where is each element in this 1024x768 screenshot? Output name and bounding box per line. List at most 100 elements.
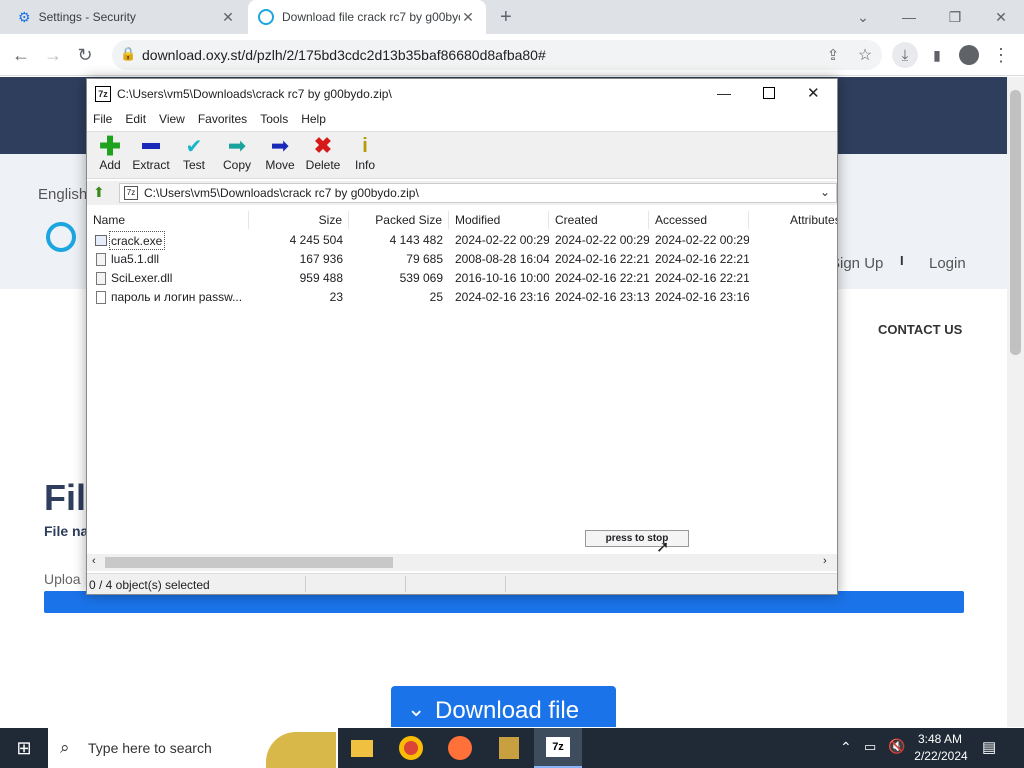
address-bar[interactable]: 🔒 download.oxy.st/d/pzlh/2/175bd3cdc2d13… bbox=[112, 40, 882, 70]
menu-edit[interactable]: Edit bbox=[125, 112, 146, 126]
extract-button[interactable]: Extract bbox=[128, 134, 174, 178]
menu-help[interactable]: Help bbox=[301, 112, 326, 126]
file-accessed: 2024-02-16 22:21 bbox=[655, 252, 749, 266]
reload-icon[interactable]: ↻ bbox=[72, 42, 98, 68]
close-window-icon[interactable]: ✕ bbox=[978, 0, 1024, 34]
column-header-attributes[interactable]: Attributes bbox=[784, 211, 837, 229]
column-header-accessed[interactable]: Accessed bbox=[649, 211, 749, 229]
file-created: 2024-02-16 22:21 bbox=[555, 252, 649, 266]
new-tab-button[interactable]: + bbox=[500, 6, 512, 29]
column-header-packed-size[interactable]: Packed Size bbox=[349, 211, 449, 229]
delete-button[interactable]: ✖ Delete bbox=[300, 133, 346, 178]
tool-label: Test bbox=[182, 158, 205, 172]
network-icon[interactable]: ▭ bbox=[864, 739, 876, 755]
chevron-down-icon[interactable]: ⌄ bbox=[820, 185, 830, 199]
double-chevron-down-icon: ⌄ bbox=[407, 696, 426, 721]
sevenzip-address-row: ⬆ 7z C:\Users\vm5\Downloads\crack rc7 by… bbox=[87, 181, 837, 205]
page-scrollbar-thumb[interactable] bbox=[1010, 90, 1021, 355]
folder-up-icon[interactable]: ⬆ bbox=[93, 184, 105, 201]
site-logo-icon[interactable] bbox=[46, 222, 76, 252]
close-icon[interactable]: ✕ bbox=[807, 84, 820, 102]
maximize-icon[interactable] bbox=[763, 87, 775, 99]
horizontal-scrollbar[interactable]: ‹ › bbox=[87, 554, 837, 571]
search-placeholder: Type here to search bbox=[88, 740, 212, 756]
tab-search-chevron-icon[interactable]: ⌄ bbox=[840, 0, 886, 34]
window-title: C:\Users\vm5\Downloads\crack rc7 by g00b… bbox=[117, 87, 392, 101]
clock-date[interactable]: 2/22/2024 bbox=[910, 749, 972, 763]
tab-settings-security[interactable]: ⚙ Settings - Security ✕ bbox=[8, 0, 246, 34]
windows-start-icon[interactable]: ⊞ bbox=[0, 728, 48, 768]
menu-kebab-icon[interactable]: ⋮ bbox=[988, 42, 1014, 68]
side-panel-icon[interactable]: ▮ bbox=[924, 42, 950, 68]
menu-file[interactable]: File bbox=[93, 112, 112, 126]
browser-tab-strip: ⚙ Settings - Security ✕ Download file cr… bbox=[0, 0, 1024, 34]
taskbar-search-box[interactable]: ⌕ Type here to search bbox=[48, 728, 338, 768]
language-selector[interactable]: English bbox=[38, 186, 87, 203]
share-icon[interactable]: ⇪ bbox=[820, 42, 846, 68]
archive-app-icon[interactable] bbox=[485, 728, 533, 768]
back-arrow-icon[interactable]: ← bbox=[8, 42, 34, 68]
column-header-name[interactable]: Name bbox=[87, 211, 249, 229]
menu-view[interactable]: View bbox=[159, 112, 185, 126]
table-row[interactable]: lua5.1.dll 167 936 79 685 2008-08-28 16:… bbox=[87, 250, 837, 269]
url-text: download.oxy.st/d/pzlh/2/175bd3cdc2d13b3… bbox=[142, 47, 546, 63]
tray-chevron-up-icon[interactable]: ⌃ bbox=[840, 739, 852, 756]
sevenzip-taskbar-icon[interactable]: 7z bbox=[534, 728, 582, 768]
search-highlight-image-icon bbox=[266, 732, 336, 768]
add-button[interactable]: ✚ Add bbox=[87, 133, 133, 178]
file-list: Name Size Packed Size Modified Created A… bbox=[87, 207, 837, 554]
file-modified: 2016-10-16 10:00 bbox=[455, 271, 549, 285]
copy-button[interactable]: ➡ Copy bbox=[214, 133, 260, 178]
volume-muted-icon[interactable]: 🔇 bbox=[888, 738, 905, 755]
file-packed-size: 539 069 bbox=[399, 271, 443, 285]
firefox-icon[interactable] bbox=[436, 728, 484, 768]
chrome-icon[interactable] bbox=[387, 728, 435, 768]
file-name-label: File na bbox=[44, 523, 89, 539]
table-row[interactable]: SciLexer.dll 959 488 539 069 2016-10-16 … bbox=[87, 269, 837, 288]
move-button[interactable]: ➡ Move bbox=[257, 133, 303, 178]
sign-up-link[interactable]: Sign Up bbox=[830, 255, 883, 272]
download-button-label: Download file bbox=[435, 697, 580, 724]
column-header-size[interactable]: Size bbox=[249, 211, 349, 229]
minimize-icon[interactable]: — bbox=[886, 0, 932, 34]
file-created: 2024-02-16 23:13 bbox=[555, 290, 649, 304]
delete-x-icon: ✖ bbox=[313, 133, 333, 158]
scroll-right-icon[interactable]: › bbox=[823, 555, 827, 567]
menu-tools[interactable]: Tools bbox=[260, 112, 288, 126]
restore-icon[interactable]: ❐ bbox=[932, 0, 978, 34]
file-name: crack.exe bbox=[109, 231, 165, 250]
download-icon[interactable]: ⤓ bbox=[892, 42, 918, 68]
path-field[interactable]: 7z C:\Users\vm5\Downloads\crack rc7 by g… bbox=[119, 183, 837, 203]
scroll-left-icon[interactable]: ‹ bbox=[92, 555, 96, 567]
notifications-icon[interactable]: ▤ bbox=[982, 738, 996, 756]
column-header-created[interactable]: Created bbox=[549, 211, 649, 229]
file-packed-size: 25 bbox=[429, 290, 443, 304]
gear-icon: ⚙ bbox=[18, 8, 31, 25]
close-tab-icon[interactable]: ✕ bbox=[220, 9, 236, 26]
forward-arrow-icon[interactable]: → bbox=[40, 42, 66, 68]
close-tab-icon[interactable]: ✕ bbox=[460, 9, 476, 26]
column-header-modified[interactable]: Modified bbox=[449, 211, 549, 229]
horizontal-scroll-thumb[interactable] bbox=[105, 557, 393, 568]
login-link[interactable]: Login bbox=[929, 255, 966, 272]
bookmark-star-icon[interactable]: ☆ bbox=[852, 42, 878, 68]
contact-us-link[interactable]: CONTACT US bbox=[878, 322, 962, 337]
press-to-stop-button[interactable]: press to stop bbox=[585, 530, 689, 547]
sevenzip-title-bar[interactable]: 7z C:\Users\vm5\Downloads\crack rc7 by g… bbox=[87, 79, 837, 109]
file-size: 167 936 bbox=[299, 252, 343, 266]
tool-label: Move bbox=[265, 158, 295, 172]
menu-favorites[interactable]: Favorites bbox=[198, 112, 247, 126]
exe-file-icon bbox=[95, 235, 107, 246]
test-button[interactable]: ✔ Test bbox=[171, 134, 217, 178]
file-explorer-icon[interactable] bbox=[338, 728, 386, 768]
minimize-icon[interactable]: — bbox=[717, 85, 731, 101]
info-button[interactable]: i Info bbox=[342, 134, 388, 178]
download-file-button[interactable]: ⌄ Download file bbox=[391, 686, 616, 727]
profile-avatar-icon[interactable] bbox=[956, 42, 982, 68]
clock-time[interactable]: 3:48 AM bbox=[912, 732, 968, 746]
path-text: C:\Users\vm5\Downloads\crack rc7 by g00b… bbox=[144, 186, 419, 200]
table-row[interactable]: crack.exe 4 245 504 4 143 482 2024-02-22… bbox=[87, 231, 837, 250]
tab-download-file[interactable]: Download file crack rc7 by g00bydo ✕ bbox=[248, 0, 486, 34]
sevenzip-app-icon: 7z bbox=[95, 86, 111, 102]
table-row[interactable]: пароль и логин passw... 23 25 2024-02-16… bbox=[87, 288, 837, 307]
